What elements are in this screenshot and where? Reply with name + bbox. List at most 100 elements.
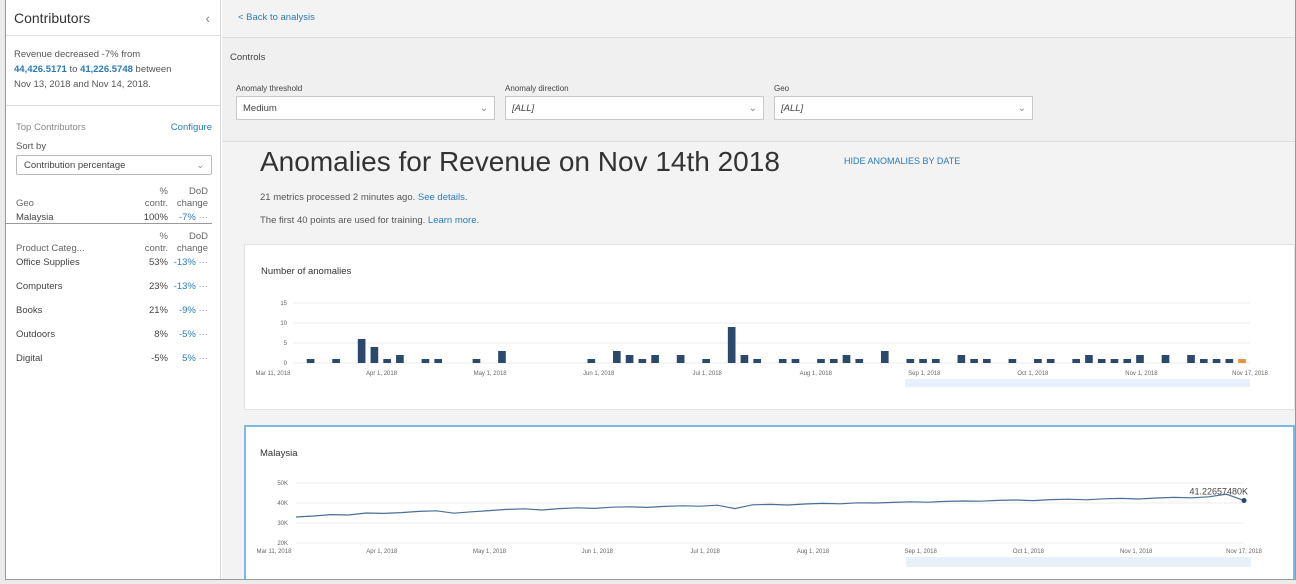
more-icon[interactable]: ··· — [199, 305, 209, 316]
chevron-down-icon: ⌄ — [1017, 102, 1026, 114]
anomaly-bar[interactable] — [651, 355, 659, 363]
anomaly-bar[interactable] — [932, 359, 940, 363]
geo-select[interactable]: [ALL] ⌄ — [774, 96, 1033, 120]
anomaly-threshold-select[interactable]: Medium ⌄ — [236, 96, 495, 120]
table-row[interactable]: Digital -5% 5% ··· — [6, 340, 220, 364]
more-icon[interactable]: ··· — [199, 329, 209, 340]
anomaly-bar[interactable] — [970, 359, 978, 363]
anomaly-bar[interactable] — [625, 355, 634, 363]
range-slider[interactable] — [905, 379, 1250, 387]
summary-from-value[interactable]: 44,426.5171 — [14, 64, 67, 75]
anomaly-bar[interactable] — [842, 355, 851, 363]
x-tick-label: Jun 1, 2018 — [582, 549, 614, 555]
contributors-sidebar: Contributors ‹ Revenue decreased -7% fro… — [6, 0, 221, 579]
table-row[interactable]: Malaysia 100% -7% ··· — [6, 209, 212, 224]
range-slider[interactable] — [906, 557, 1251, 567]
anomaly-bar[interactable] — [332, 359, 340, 363]
anomaly-bar[interactable] — [817, 359, 825, 363]
anomaly-bar[interactable] — [1238, 359, 1246, 363]
anomaly-bar[interactable] — [1212, 359, 1221, 363]
table-row[interactable]: Books 21% -9% ··· — [6, 292, 220, 316]
table-row[interactable]: Office Supplies 53% -13% ··· — [6, 254, 220, 268]
anomaly-bar[interactable] — [421, 359, 430, 363]
x-tick-label: May 1, 2018 — [473, 549, 507, 555]
geo-value: [ALL] — [781, 102, 804, 114]
sidebar-title: Contributors — [14, 9, 91, 26]
anomaly-bar[interactable] — [357, 339, 366, 363]
anomaly-bar[interactable] — [383, 359, 391, 363]
anomaly-bar[interactable] — [306, 359, 315, 363]
anomaly-bar[interactable] — [1110, 359, 1119, 363]
sort-by-select[interactable]: Contribution percentage ⌄ — [16, 155, 212, 175]
anomaly-bar[interactable] — [676, 355, 685, 363]
pct-header-top: % — [159, 186, 168, 197]
anomaly-bar[interactable] — [1008, 359, 1017, 363]
anomaly-bar[interactable] — [957, 355, 966, 363]
anomaly-bar[interactable] — [919, 359, 927, 363]
row-pct: -5% — [151, 353, 168, 364]
anomaly-bar[interactable] — [1085, 355, 1093, 363]
learn-more-link[interactable]: Learn more. — [428, 215, 479, 226]
more-icon[interactable]: ··· — [199, 353, 209, 364]
anomaly-bar[interactable] — [791, 359, 800, 363]
row-dod: -7% ··· — [178, 212, 209, 223]
anomaly-direction-select[interactable]: [ALL] ⌄ — [505, 96, 764, 120]
anomaly-bar[interactable] — [855, 359, 864, 363]
anomaly-bar[interactable] — [778, 359, 787, 363]
anomaly-bar[interactable] — [702, 359, 710, 363]
anomaly-bar[interactable] — [498, 351, 506, 363]
anomaly-bar[interactable] — [1187, 355, 1195, 363]
anomaly-bar[interactable] — [613, 351, 621, 363]
more-icon[interactable]: ··· — [199, 281, 209, 292]
table-row[interactable]: Outdoors 8% -5% ··· — [6, 316, 220, 340]
more-icon[interactable]: ··· — [199, 257, 209, 268]
see-details-link[interactable]: See details. — [418, 192, 468, 203]
latest-point[interactable] — [1241, 498, 1247, 504]
chevron-left-icon[interactable]: ‹ — [205, 10, 210, 26]
summary-between: between — [135, 64, 172, 75]
anomaly-bar[interactable] — [983, 359, 991, 363]
anomaly-bar[interactable] — [1034, 359, 1042, 363]
anomaly-bar[interactable] — [880, 351, 889, 363]
dod-header-top: DoD — [188, 186, 208, 197]
y-tick-label: 30K — [277, 521, 288, 527]
anomaly-bar[interactable] — [434, 359, 443, 363]
anomaly-bar[interactable] — [638, 359, 647, 363]
anomaly-bar[interactable] — [1225, 359, 1234, 363]
dimension-label: Product Categ... — [16, 243, 85, 254]
anomaly-bar[interactable] — [587, 359, 596, 363]
anomalies-bar-chart: 0 5 10 15 Mar 11, 2018 Apr 1, 2018 May 1, 2018… — [256, 301, 1269, 387]
anomaly-bar[interactable] — [1161, 355, 1170, 363]
anomaly-bar[interactable] — [906, 359, 915, 363]
anomaly-bar[interactable] — [1072, 359, 1081, 363]
anomaly-threshold-control: Anomaly threshold Medium ⌄ — [236, 84, 495, 120]
sort-by-label: Sort by — [16, 141, 47, 152]
anomaly-threshold-label: Anomaly threshold — [236, 84, 303, 93]
anomaly-bar[interactable] — [829, 359, 838, 363]
hide-anomalies-link[interactable]: HIDE ANOMALIES BY DATE — [844, 156, 960, 166]
malaysia-chart-card[interactable]: Malaysia 20K 30K 40K 50K 41.22657480K Mar 11,… — [244, 425, 1295, 579]
anomaly-bar[interactable] — [1199, 359, 1208, 363]
y-tick-label: 40K — [277, 501, 288, 507]
anomaly-bar[interactable] — [753, 359, 762, 363]
dod-header-bottom: change — [176, 198, 208, 209]
anomaly-bar[interactable] — [1046, 359, 1055, 363]
anomaly-direction-value: [ALL] — [512, 102, 535, 114]
summary-to-value[interactable]: 41,226.5748 — [80, 64, 133, 75]
series-line — [295, 493, 1245, 518]
anomaly-bar[interactable] — [1136, 355, 1144, 363]
back-to-analysis-link[interactable]: < Back to analysis — [238, 12, 315, 23]
anomaly-bar[interactable] — [370, 347, 379, 363]
x-tick-label: Apr 1, 2018 — [366, 549, 398, 555]
anomaly-bar[interactable] — [727, 327, 736, 363]
anomaly-bar[interactable] — [1123, 359, 1132, 363]
anomaly-bar[interactable] — [396, 355, 404, 363]
table-row[interactable]: Computers 23% -13% ··· — [6, 268, 220, 292]
anomaly-bar[interactable] — [740, 355, 749, 363]
configure-link[interactable]: Configure — [171, 122, 212, 133]
anomaly-bar[interactable] — [1097, 359, 1106, 363]
main-panel: < Back to analysis Controls Anomaly thre… — [222, 0, 1295, 579]
more-icon[interactable]: ··· — [199, 212, 209, 223]
anomaly-bar[interactable] — [472, 359, 481, 363]
pct-header-bottom: contr. — [144, 243, 168, 254]
